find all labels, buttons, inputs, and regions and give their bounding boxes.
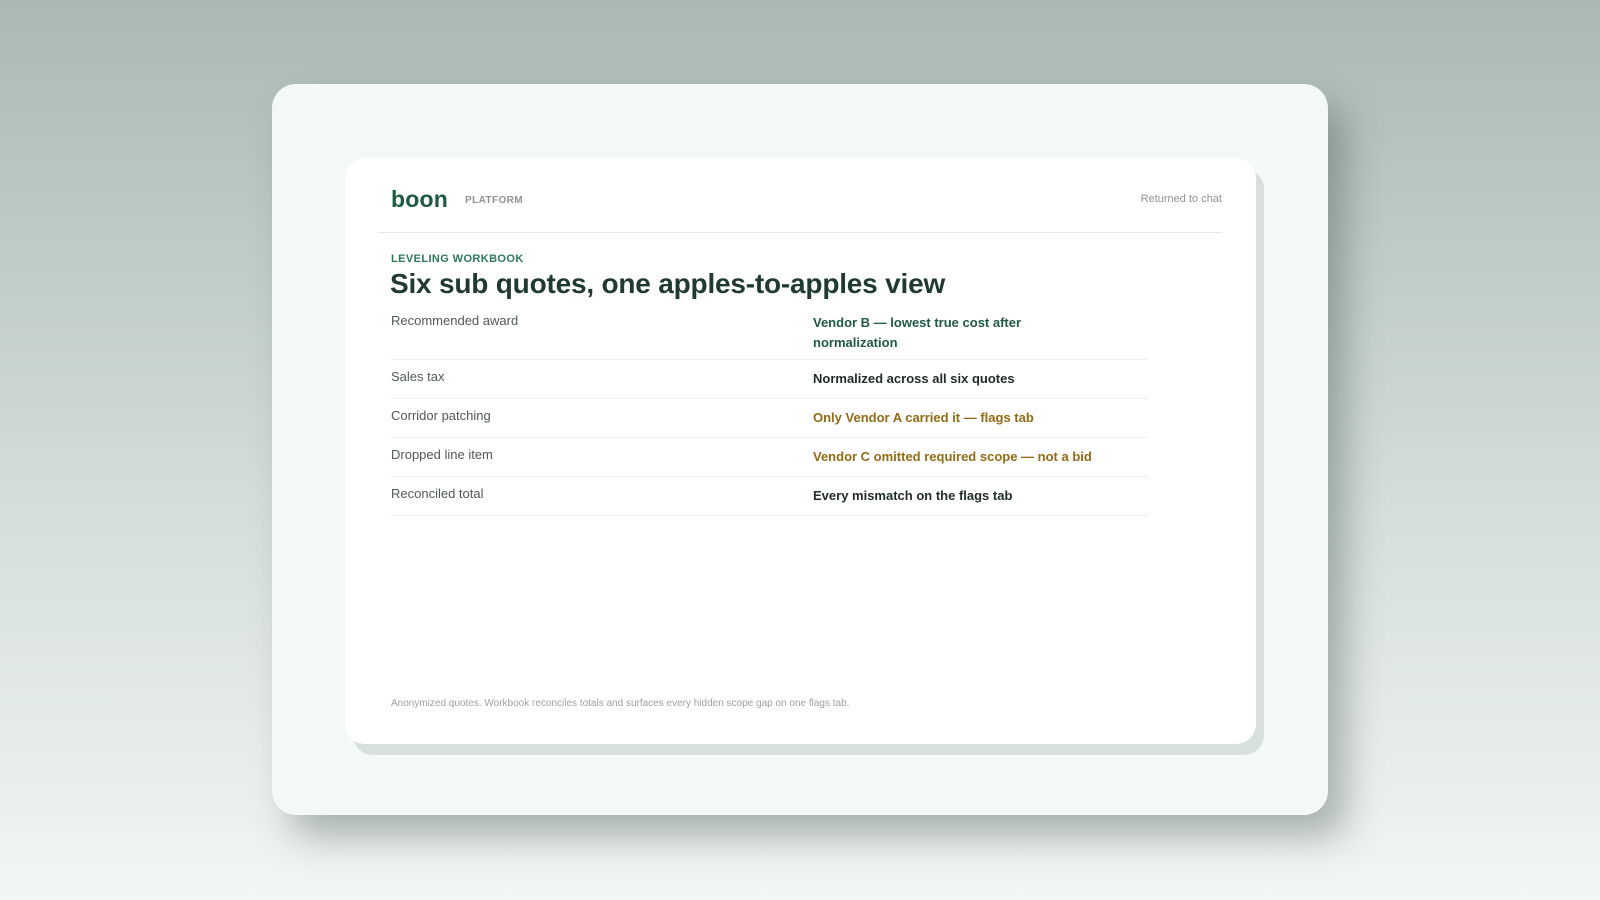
row-value: Vendor C omitted required scope — not a …: [813, 449, 1092, 464]
page-title: Six sub quotes, one apples-to-apples vie…: [390, 268, 946, 299]
table-row: Dropped line item Vendor C omitted requi…: [391, 438, 1148, 477]
row-label: Dropped line item: [391, 447, 493, 462]
summary-table: Recommended award Vendor B — lowest true…: [391, 313, 1148, 516]
app-header: boon PLATFORM Returned to chat: [378, 158, 1222, 233]
table-row: Recommended award Vendor B — lowest true…: [391, 313, 1148, 360]
row-label: Recommended award: [391, 313, 519, 328]
row-value: Every mismatch on the flags tab: [813, 488, 1013, 503]
row-label: Reconciled total: [391, 486, 484, 501]
row-value: Normalized across all six quotes: [813, 371, 1015, 386]
row-value: Only Vendor A carried it — flags tab: [813, 410, 1034, 425]
footnote: Anonymized quotes. Workbook reconciles t…: [391, 698, 850, 709]
workbook-card: boon PLATFORM Returned to chat LEVELING …: [345, 158, 1256, 744]
section-eyebrow: LEVELING WORKBOOK: [391, 253, 524, 265]
table-row: Corridor patching Only Vendor A carried …: [391, 399, 1148, 438]
row-label: Corridor patching: [391, 408, 491, 423]
brand-logo: boon: [391, 186, 448, 212]
returned-to-chat-link[interactable]: Returned to chat: [1141, 193, 1222, 205]
row-value: Vendor B — lowest true cost after normal…: [813, 315, 1022, 350]
table-row: Reconciled total Every mismatch on the f…: [391, 477, 1148, 516]
table-row: Sales tax Normalized across all six quot…: [391, 360, 1148, 399]
row-label: Sales tax: [391, 369, 445, 384]
product-label: PLATFORM: [465, 195, 524, 206]
